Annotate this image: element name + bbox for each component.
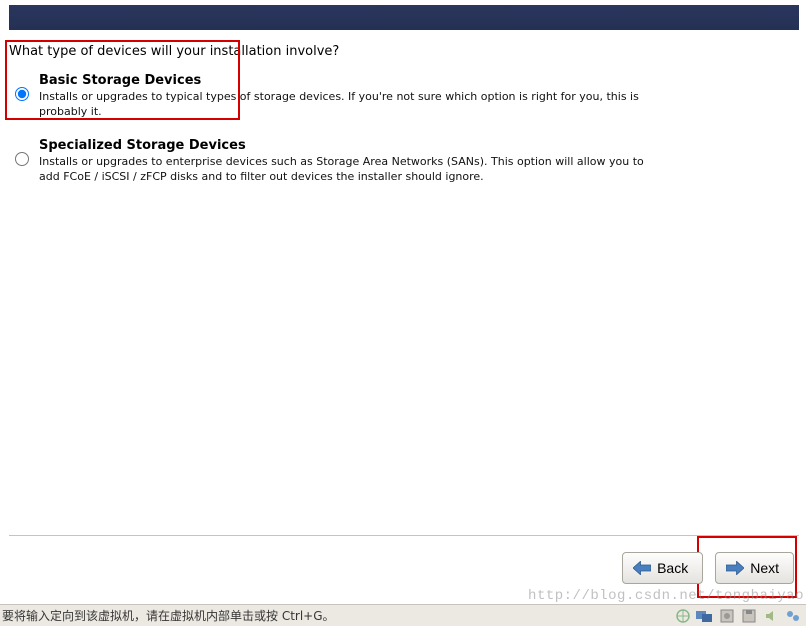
header-band [9, 5, 799, 30]
system-tray [674, 608, 802, 624]
radio-specialized-storage[interactable] [15, 152, 29, 166]
net-icon[interactable] [784, 608, 802, 624]
content-area: What type of devices will your installat… [9, 44, 799, 202]
back-button-label: Back [657, 560, 688, 576]
globe-icon[interactable] [674, 608, 692, 624]
status-text: 要将输入定向到该虚拟机，请在虚拟机内部单击或按 Ctrl+G。 [2, 607, 335, 624]
option-title: Specialized Storage Devices [39, 138, 659, 153]
prompt-text: What type of devices will your installat… [9, 44, 799, 59]
option-text: Specialized Storage Devices Installs or … [39, 138, 659, 185]
divider [9, 535, 799, 536]
option-desc: Installs or upgrades to typical types of… [39, 90, 659, 120]
status-bar: 要将输入定向到该虚拟机，请在虚拟机内部单击或按 Ctrl+G。 [0, 604, 806, 626]
arrow-right-icon [726, 561, 744, 575]
next-button[interactable]: Next [715, 552, 794, 584]
footer-buttons: Back Next [622, 552, 794, 584]
arrow-left-icon [633, 561, 651, 575]
next-button-label: Next [750, 560, 779, 576]
disk-icon[interactable] [718, 608, 736, 624]
watermark-text: http://blog.csdn.net/tongbaiyao [528, 588, 804, 604]
option-title: Basic Storage Devices [39, 73, 659, 88]
option-desc: Installs or upgrades to enterprise devic… [39, 155, 659, 185]
option-basic-storage[interactable]: Basic Storage Devices Installs or upgrad… [9, 73, 799, 120]
back-button[interactable]: Back [622, 552, 703, 584]
option-text: Basic Storage Devices Installs or upgrad… [39, 73, 659, 120]
radio-basic-storage[interactable] [15, 87, 29, 101]
scrollbar[interactable] [784, 32, 799, 534]
option-specialized-storage[interactable]: Specialized Storage Devices Installs or … [9, 138, 799, 185]
speaker-icon[interactable] [762, 608, 780, 624]
screens-icon[interactable] [696, 608, 714, 624]
floppy-icon[interactable] [740, 608, 758, 624]
